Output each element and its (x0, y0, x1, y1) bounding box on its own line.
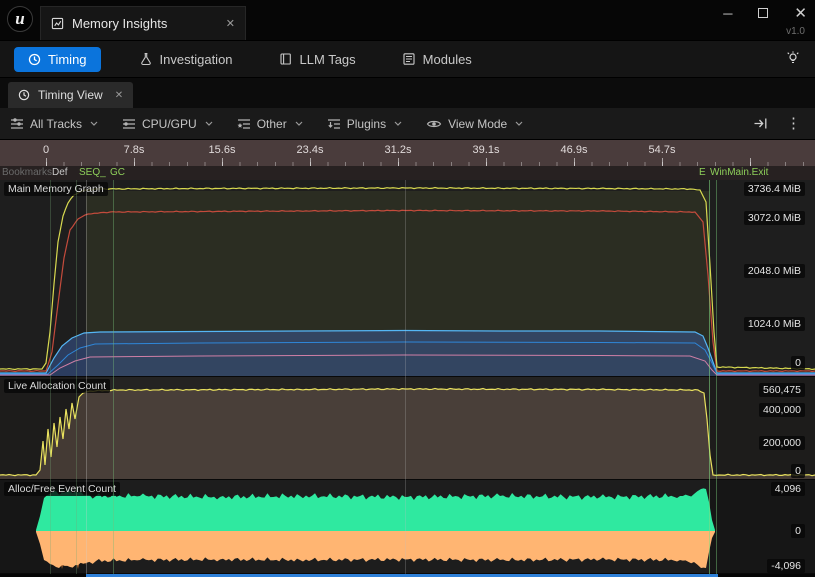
cpu-gpu-label: CPU/GPU (142, 117, 197, 131)
view-tab-bar: Timing View ✕ (0, 78, 815, 108)
llm-tags-label: LLM Tags (300, 52, 356, 67)
ruler-tick-label: 15.6s (209, 144, 236, 156)
minimize-button[interactable]: ─ (723, 4, 732, 24)
ruler-tick-label: 46.9s (561, 144, 588, 156)
time-markers-row[interactable]: BookmarksDef SEQ_ GC E WinMain.Exit (0, 166, 815, 180)
close-button[interactable]: ✕ (794, 4, 807, 24)
tracks-filter-icon (10, 118, 24, 130)
other-label: Other (257, 117, 287, 131)
all-tracks-dropdown[interactable]: All Tracks (10, 117, 98, 131)
time-marker-label: GC (110, 167, 125, 178)
book-icon (279, 52, 293, 66)
timing-label: Timing (48, 52, 87, 67)
chevron-down-icon (515, 121, 523, 126)
ruler-tick-label: 0 (43, 144, 49, 156)
document-tab-memory-insights[interactable]: Memory Insights ✕ (40, 6, 246, 40)
plugins-dropdown[interactable]: Plugins (327, 117, 402, 131)
track-live-allocation-count[interactable]: Live Allocation Count560,475400,000200,0… (0, 377, 815, 480)
view-mode-dropdown[interactable]: View Mode (426, 117, 523, 131)
chevron-down-icon (295, 121, 303, 126)
more-options-icon[interactable]: ⋮ (786, 117, 801, 131)
lamp-icon[interactable] (785, 51, 801, 67)
cpu-gpu-filter-icon (122, 118, 136, 130)
live-alloc-area-area (0, 388, 815, 479)
clock-icon (18, 89, 30, 101)
modules-icon (402, 52, 416, 66)
title-bar: u Memory Insights ✕ ─ ✕ v1.0 (0, 0, 815, 40)
memory-insights-icon (51, 17, 64, 30)
track-main-memory-graph[interactable]: Main Memory Graph3736.4 MiB3072.0 MiB204… (0, 180, 815, 377)
modules-button[interactable]: Modules (394, 47, 480, 72)
tracks-area: Main Memory Graph3736.4 MiB3072.0 MiB204… (0, 180, 815, 574)
memory-insights-window: u Memory Insights ✕ ─ ✕ v1.0 Timing (0, 0, 815, 577)
chevron-down-icon (394, 121, 402, 126)
chevron-down-icon (205, 121, 213, 126)
time-marker-label: E (699, 167, 706, 178)
ruler-tick-label: 7.8s (124, 144, 145, 156)
all-tracks-label: All Tracks (30, 117, 82, 131)
modules-label: Modules (423, 52, 472, 67)
eye-icon (426, 118, 442, 130)
investigation-button[interactable]: Investigation (131, 47, 241, 72)
time-marker-label: WinMain.Exit (710, 167, 768, 178)
ruler-tick-label: 31.2s (385, 144, 412, 156)
ruler-tick-label: 39.1s (473, 144, 500, 156)
jump-to-end-icon[interactable] (753, 117, 768, 130)
main-toolbar: Timing Investigation LLM Tags Modules (0, 40, 815, 78)
time-marker-label: SEQ_ (79, 167, 106, 178)
time-ruler[interactable]: 0 7.8s 15.6s 23.4s 31.2s 39.1s 46.9s 54.7s (0, 140, 815, 166)
timing-button[interactable]: Timing (14, 47, 101, 72)
plugins-filter-icon (327, 118, 341, 130)
chevron-down-icon (90, 121, 98, 126)
tab-close-icon[interactable]: ✕ (226, 17, 235, 30)
llm-tags-button[interactable]: LLM Tags (271, 47, 364, 72)
tab-close-icon[interactable]: ✕ (115, 90, 123, 101)
tab-timing-view[interactable]: Timing View ✕ (8, 82, 133, 108)
time-marker-label: Def (52, 167, 68, 178)
maximize-icon (758, 8, 768, 18)
ruler-tick-label: 23.4s (297, 144, 324, 156)
unreal-insights-logo-icon: u (7, 6, 33, 32)
flask-icon (139, 52, 153, 66)
clock-icon (28, 53, 41, 66)
maximize-button[interactable] (758, 4, 768, 24)
version-label: v1.0 (786, 26, 805, 37)
plugins-label: Plugins (347, 117, 386, 131)
cpu-gpu-dropdown[interactable]: CPU/GPU (122, 117, 213, 131)
tab-timing-view-label: Timing View (38, 88, 103, 102)
document-tab-title: Memory Insights (72, 16, 167, 31)
ruler-major-ticks (46, 158, 815, 166)
investigation-label: Investigation (160, 52, 233, 67)
view-mode-label: View Mode (448, 117, 507, 131)
track-alloc-free-event-count[interactable]: Alloc/Free Event Count4,0960-4,096 (0, 480, 815, 574)
other-filter-icon (237, 118, 251, 130)
ruler-tick-label: 54.7s (649, 144, 676, 156)
time-marker-label: Bookmarks (2, 167, 52, 178)
filter-toolbar: All Tracks CPU/GPU Other Plugins (0, 108, 815, 140)
committed-blue-area-area (0, 331, 815, 377)
other-dropdown[interactable]: Other (237, 117, 303, 131)
